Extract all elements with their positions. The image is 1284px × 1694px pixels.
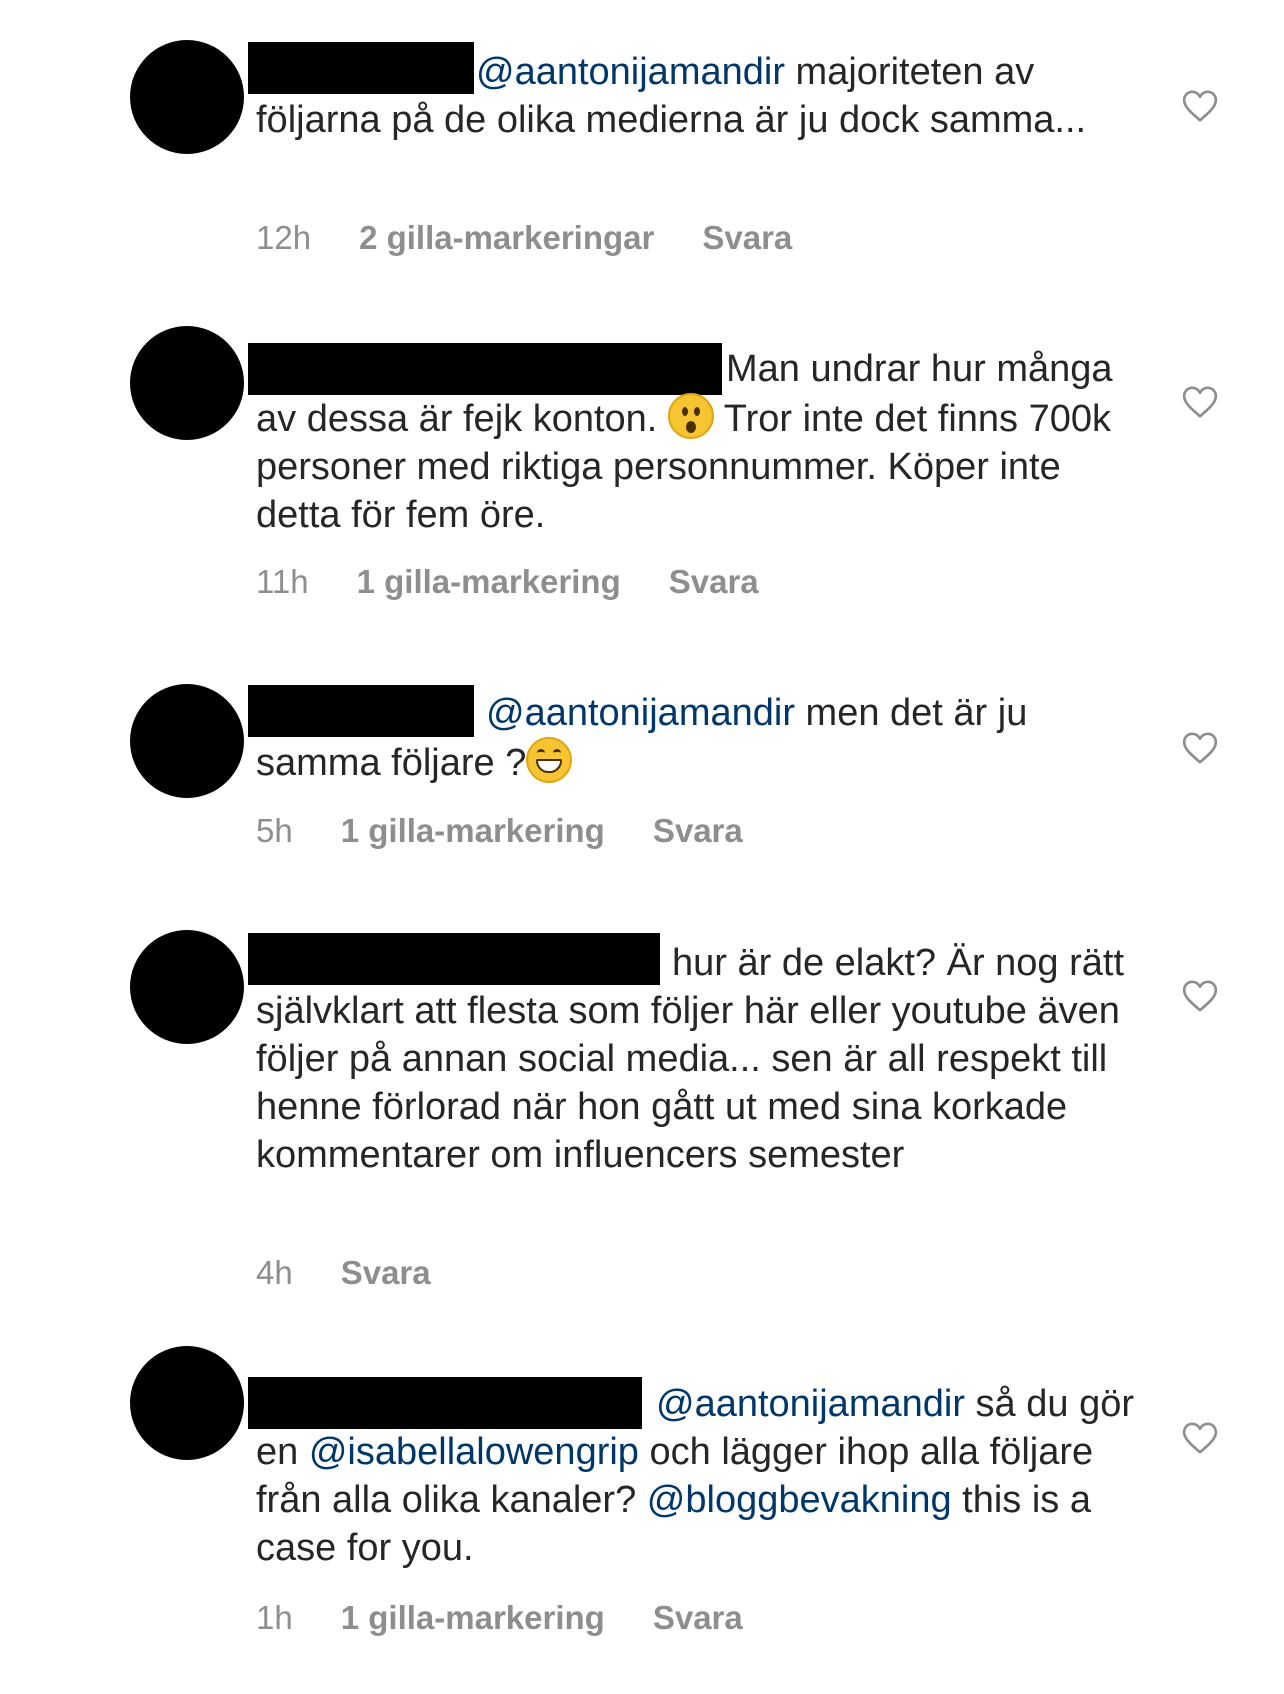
reply-button[interactable]: Svara: [341, 1254, 431, 1291]
comment-text-part: majoriteten av: [795, 51, 1035, 93]
heart-icon[interactable]: [1180, 728, 1220, 768]
avatar[interactable]: [130, 1346, 244, 1460]
comment-text: Man undrar hur många av dessa är fejk ko…: [256, 345, 1136, 539]
comment-time: 4h: [256, 1254, 293, 1291]
comment-text-part: samma följare ?: [256, 742, 527, 784]
mention-link[interactable]: @aantonijamandir: [656, 1383, 965, 1425]
comment-text-part: men det är ju: [805, 692, 1028, 734]
comment-text: @aantonijamandir men det är ju samma föl…: [256, 689, 1136, 787]
likes-count[interactable]: 1 gilla-markering: [341, 812, 605, 849]
mention-link[interactable]: @aantonijamandir: [486, 692, 795, 734]
heart-icon[interactable]: [1180, 86, 1220, 126]
comment-meta: 5h 1 gilla-markering Svara: [256, 811, 743, 851]
avatar[interactable]: [130, 326, 244, 440]
comment-time: 12h: [256, 219, 312, 256]
reply-button[interactable]: Svara: [669, 563, 759, 600]
likes-count[interactable]: 1 gilla-markering: [341, 1599, 605, 1636]
comment-meta: 4h Svara: [256, 1253, 431, 1293]
comment-text-part: Man undrar hur: [726, 348, 986, 390]
comment-meta: 1h 1 gilla-markering Svara: [256, 1598, 743, 1638]
reply-button[interactable]: Svara: [653, 1599, 743, 1636]
comment-text: hur är de elakt? Är nog rätt självklart …: [256, 939, 1136, 1179]
comment-time: 11h: [256, 563, 309, 600]
comment-text: @aantonijamandir majoriteten av följarna…: [256, 48, 1136, 144]
avatar[interactable]: [130, 930, 244, 1044]
comment-meta: 11h 1 gilla-markering Svara: [256, 562, 759, 602]
comment-text-part: så: [975, 1383, 1016, 1425]
avatar[interactable]: [130, 684, 244, 798]
comment-text: @aantonijamandir så du gör en @isabellal…: [256, 1380, 1136, 1572]
likes-count[interactable]: 2 gilla-markeringar: [359, 219, 654, 256]
comment-time: 1h: [256, 1599, 293, 1636]
comment-text-part: följarna på de olika medierna är ju dock…: [256, 99, 1087, 141]
grinning-face-icon: [526, 737, 573, 783]
heart-icon[interactable]: [1180, 976, 1220, 1016]
mention-link[interactable]: @bloggbevakning: [647, 1479, 952, 1521]
mention-link[interactable]: @aantonijamandir: [476, 51, 785, 93]
comment-time: 5h: [256, 812, 293, 849]
avatar[interactable]: [130, 40, 244, 154]
comment-text-part: hur är de elakt? Är nog: [672, 942, 1059, 984]
comment-meta: 12h 2 gilla-markeringar Svara: [256, 218, 792, 258]
likes-count[interactable]: 1 gilla-markering: [357, 563, 621, 600]
heart-icon[interactable]: [1180, 1418, 1220, 1458]
reply-button[interactable]: Svara: [653, 812, 743, 849]
surprised-face-icon: [667, 393, 714, 439]
mention-link[interactable]: @isabellalowengrip: [309, 1431, 639, 1473]
heart-icon[interactable]: [1180, 382, 1220, 422]
reply-button[interactable]: Svara: [702, 219, 792, 256]
